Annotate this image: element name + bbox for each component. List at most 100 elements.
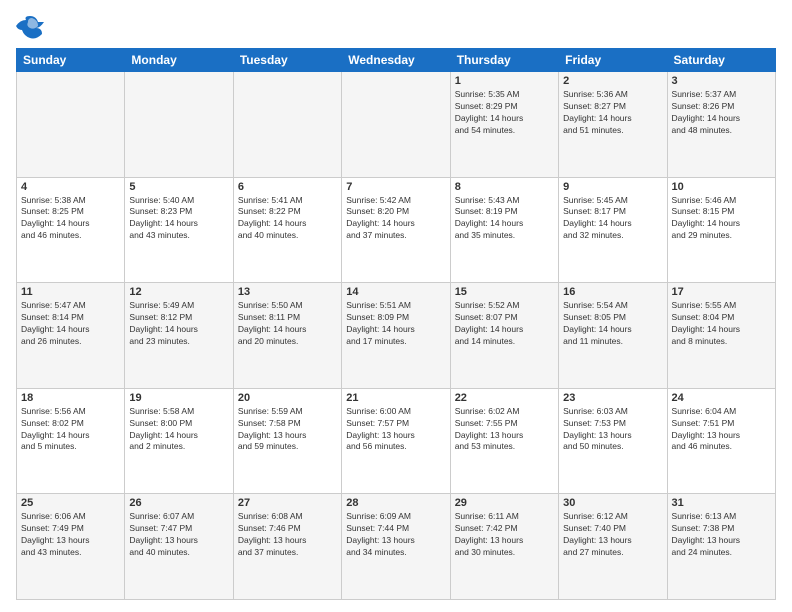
day-info: Sunrise: 5:40 AM Sunset: 8:23 PM Dayligh… [129,195,228,243]
day-number: 30 [563,497,662,509]
day-number: 11 [21,286,120,298]
day-number: 26 [129,497,228,509]
day-info: Sunrise: 5:58 AM Sunset: 8:00 PM Dayligh… [129,406,228,454]
weekday-header-row: SundayMondayTuesdayWednesdayThursdayFrid… [17,49,776,72]
calendar-table: SundayMondayTuesdayWednesdayThursdayFrid… [16,48,776,600]
calendar-cell: 7 Sunrise: 5:42 AM Sunset: 8:20 PM Daylig… [342,177,450,283]
day-info: Sunrise: 6:11 AM Sunset: 7:42 PM Dayligh… [455,511,554,559]
day-info: Sunrise: 5:36 AM Sunset: 8:27 PM Dayligh… [563,89,662,137]
day-info: Sunrise: 5:42 AM Sunset: 8:20 PM Dayligh… [346,195,445,243]
calendar-cell: 12 Sunrise: 5:49 AM Sunset: 8:12 PM Dayli… [125,283,233,389]
day-info: Sunrise: 6:12 AM Sunset: 7:40 PM Dayligh… [563,511,662,559]
calendar-cell: 20Sunrise: 5:59 AM Sunset: 7:58 PM Dayli… [233,388,341,494]
calendar-cell: 3Sunrise: 5:37 AM Sunset: 8:26 PM Daylig… [667,72,775,178]
day-number: 8 [455,181,554,193]
calendar-cell: 5 Sunrise: 5:40 AM Sunset: 8:23 PM Daylig… [125,177,233,283]
day-info: Sunrise: 6:04 AM Sunset: 7:51 PM Dayligh… [672,406,771,454]
logo-icon [16,12,44,40]
calendar-cell: 26 Sunrise: 6:07 AM Sunset: 7:47 PM Dayli… [125,494,233,600]
day-number: 17 [672,286,771,298]
day-info: Sunrise: 6:00 AM Sunset: 7:57 PM Dayligh… [346,406,445,454]
day-number: 19 [129,392,228,404]
calendar-cell: 31Sunrise: 6:13 AM Sunset: 7:38 PM Dayli… [667,494,775,600]
day-info: Sunrise: 6:08 AM Sunset: 7:46 PM Dayligh… [238,511,337,559]
calendar-cell: 9 Sunrise: 5:45 AM Sunset: 8:17 PM Daylig… [559,177,667,283]
week-row-2: 11 Sunrise: 5:47 AM Sunset: 8:14 PM Dayli… [17,283,776,389]
day-number: 1 [455,75,554,87]
calendar-cell: 30 Sunrise: 6:12 AM Sunset: 7:40 PM Dayli… [559,494,667,600]
day-info: Sunrise: 6:06 AM Sunset: 7:49 PM Dayligh… [21,511,120,559]
weekday-tuesday: Tuesday [233,49,341,72]
day-number: 28 [346,497,445,509]
day-info: Sunrise: 5:50 AM Sunset: 8:11 PM Dayligh… [238,300,337,348]
calendar-cell: 17 Sunrise: 5:55 AM Sunset: 8:04 PM Dayli… [667,283,775,389]
day-number: 27 [238,497,337,509]
weekday-monday: Monday [125,49,233,72]
day-number: 22 [455,392,554,404]
day-number: 9 [563,181,662,193]
day-number: 4 [21,181,120,193]
calendar-cell [125,72,233,178]
day-number: 15 [455,286,554,298]
week-row-0: 1 Sunrise: 5:35 AM Sunset: 8:29 PM Daylig… [17,72,776,178]
day-number: 13 [238,286,337,298]
calendar-cell: 28 Sunrise: 6:09 AM Sunset: 7:44 PM Dayli… [342,494,450,600]
day-number: 10 [672,181,771,193]
day-number: 23 [563,392,662,404]
calendar-cell: 14 Sunrise: 5:51 AM Sunset: 8:09 PM Dayli… [342,283,450,389]
day-info: Sunrise: 6:07 AM Sunset: 7:47 PM Dayligh… [129,511,228,559]
day-number: 18 [21,392,120,404]
weekday-thursday: Thursday [450,49,558,72]
weekday-sunday: Sunday [17,49,125,72]
day-info: Sunrise: 5:51 AM Sunset: 8:09 PM Dayligh… [346,300,445,348]
day-info: Sunrise: 5:45 AM Sunset: 8:17 PM Dayligh… [563,195,662,243]
calendar-cell: 4 Sunrise: 5:38 AM Sunset: 8:25 PM Daylig… [17,177,125,283]
day-number: 6 [238,181,337,193]
day-number: 12 [129,286,228,298]
calendar-cell [342,72,450,178]
day-number: 5 [129,181,228,193]
calendar-cell: 11 Sunrise: 5:47 AM Sunset: 8:14 PM Dayli… [17,283,125,389]
calendar-cell: 19 Sunrise: 5:58 AM Sunset: 8:00 PM Dayli… [125,388,233,494]
day-info: Sunrise: 6:09 AM Sunset: 7:44 PM Dayligh… [346,511,445,559]
weekday-friday: Friday [559,49,667,72]
day-info: Sunrise: 5:41 AM Sunset: 8:22 PM Dayligh… [238,195,337,243]
calendar-cell: 13 Sunrise: 5:50 AM Sunset: 8:11 PM Dayli… [233,283,341,389]
calendar-cell: 23Sunrise: 6:03 AM Sunset: 7:53 PM Dayli… [559,388,667,494]
day-number: 2 [563,75,662,87]
calendar-header: SundayMondayTuesdayWednesdayThursdayFrid… [17,49,776,72]
day-info: Sunrise: 6:02 AM Sunset: 7:55 PM Dayligh… [455,406,554,454]
day-number: 24 [672,392,771,404]
day-info: Sunrise: 5:55 AM Sunset: 8:04 PM Dayligh… [672,300,771,348]
day-number: 7 [346,181,445,193]
day-info: Sunrise: 5:37 AM Sunset: 8:26 PM Dayligh… [672,89,771,137]
day-number: 14 [346,286,445,298]
week-row-4: 25 Sunrise: 6:06 AM Sunset: 7:49 PM Dayli… [17,494,776,600]
day-number: 16 [563,286,662,298]
day-number: 29 [455,497,554,509]
day-info: Sunrise: 5:49 AM Sunset: 8:12 PM Dayligh… [129,300,228,348]
calendar-cell: 1 Sunrise: 5:35 AM Sunset: 8:29 PM Daylig… [450,72,558,178]
day-info: Sunrise: 5:38 AM Sunset: 8:25 PM Dayligh… [21,195,120,243]
calendar-cell: 21 Sunrise: 6:00 AM Sunset: 7:57 PM Dayli… [342,388,450,494]
calendar-cell: 24 Sunrise: 6:04 AM Sunset: 7:51 PM Dayli… [667,388,775,494]
calendar-cell: 10Sunrise: 5:46 AM Sunset: 8:15 PM Dayli… [667,177,775,283]
calendar-cell: 15Sunrise: 5:52 AM Sunset: 8:07 PM Dayli… [450,283,558,389]
calendar-cell [17,72,125,178]
logo [16,12,48,40]
calendar-cell: 29 Sunrise: 6:11 AM Sunset: 7:42 PM Dayli… [450,494,558,600]
day-info: Sunrise: 5:47 AM Sunset: 8:14 PM Dayligh… [21,300,120,348]
week-row-1: 4 Sunrise: 5:38 AM Sunset: 8:25 PM Daylig… [17,177,776,283]
calendar-cell: 25 Sunrise: 6:06 AM Sunset: 7:49 PM Dayli… [17,494,125,600]
day-info: Sunrise: 5:35 AM Sunset: 8:29 PM Dayligh… [455,89,554,137]
day-number: 21 [346,392,445,404]
day-info: Sunrise: 5:54 AM Sunset: 8:05 PM Dayligh… [563,300,662,348]
calendar-cell: 18Sunrise: 5:56 AM Sunset: 8:02 PM Dayli… [17,388,125,494]
calendar-cell: 6 Sunrise: 5:41 AM Sunset: 8:22 PM Daylig… [233,177,341,283]
weekday-saturday: Saturday [667,49,775,72]
calendar-body: 1 Sunrise: 5:35 AM Sunset: 8:29 PM Daylig… [17,72,776,600]
calendar-cell: 27 Sunrise: 6:08 AM Sunset: 7:46 PM Dayli… [233,494,341,600]
calendar-cell: 22 Sunrise: 6:02 AM Sunset: 7:55 PM Dayli… [450,388,558,494]
day-number: 25 [21,497,120,509]
header [16,12,776,40]
